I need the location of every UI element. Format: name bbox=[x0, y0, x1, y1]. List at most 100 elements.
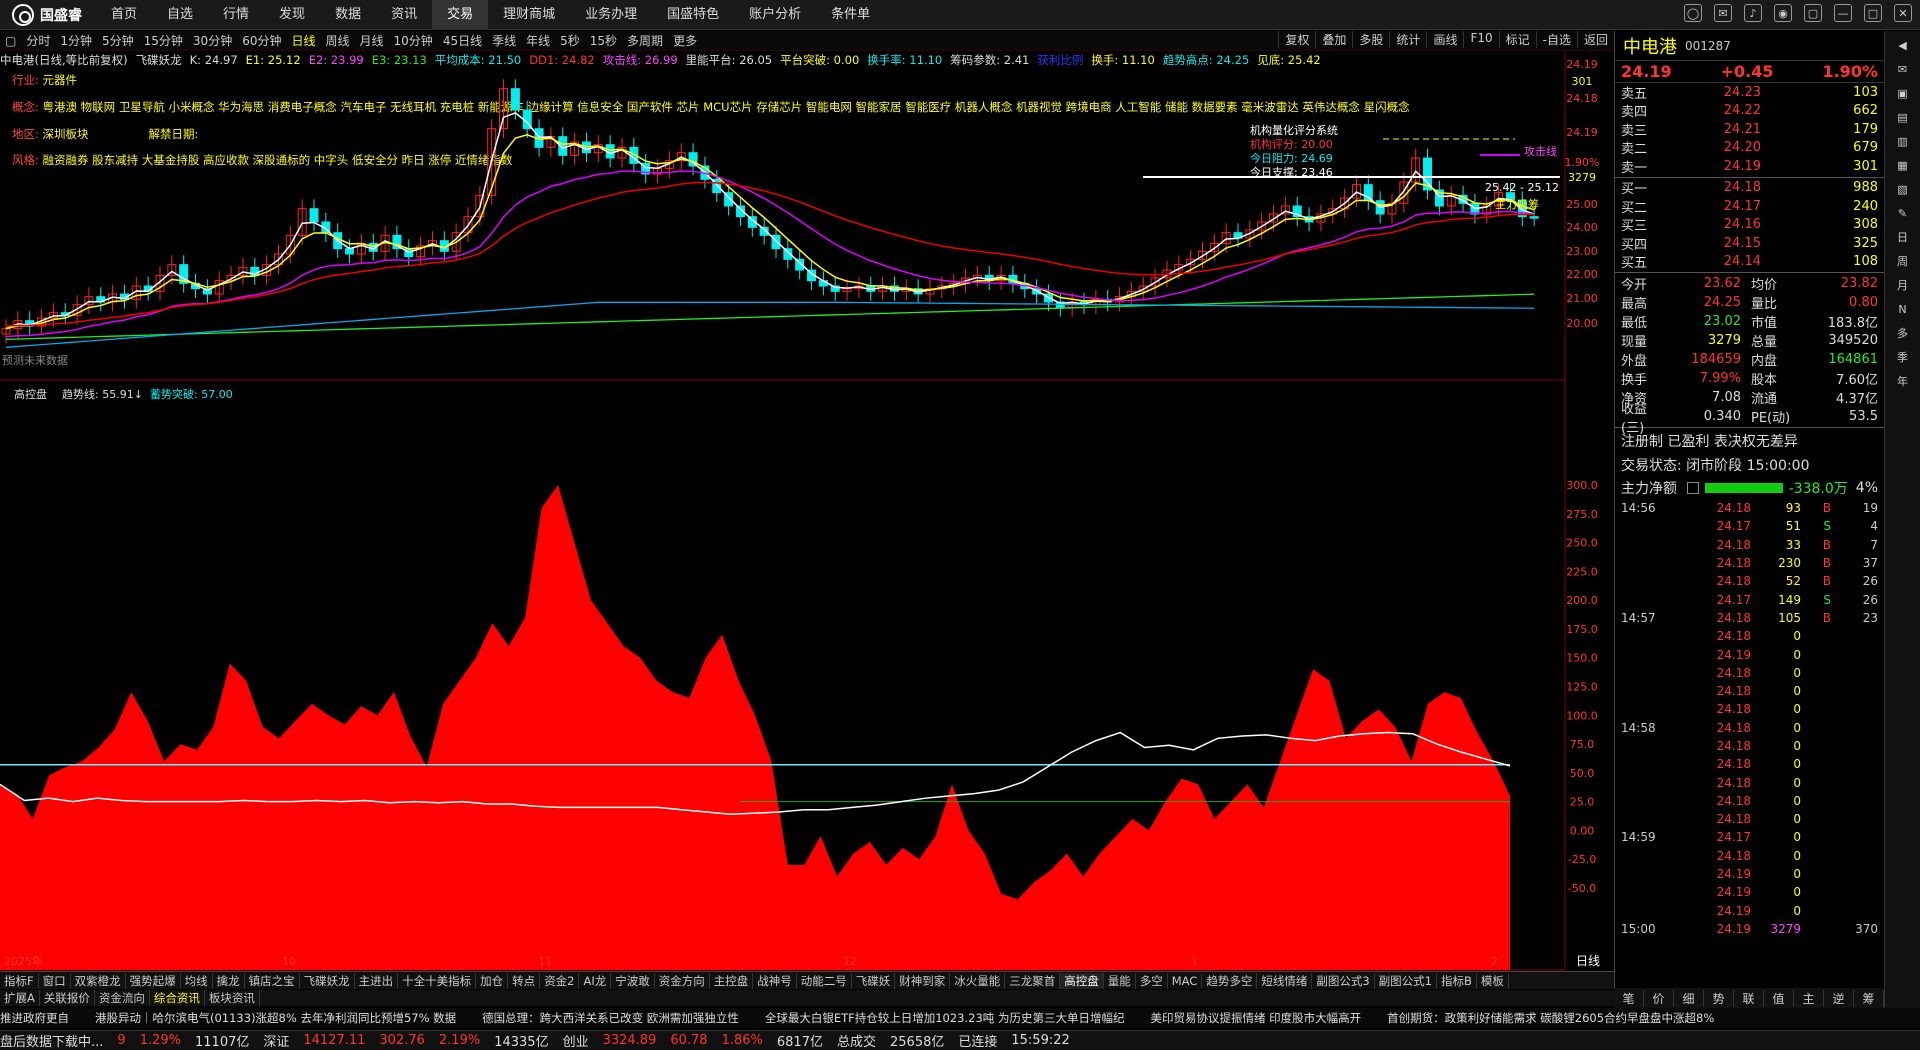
period-tab[interactable]: 季线 bbox=[487, 32, 521, 49]
news-item[interactable]: 首创期货：政策利好储能需求 碳酸锂2605合约早盘盘中涨超8% bbox=[1387, 1010, 1714, 1026]
close-icon[interactable]: ✕ bbox=[1894, 4, 1912, 22]
quote-tab[interactable]: 细 bbox=[1674, 989, 1704, 1007]
quote-tab[interactable]: 笔 bbox=[1614, 989, 1644, 1007]
indicator-tab[interactable]: 趋势多空 bbox=[1202, 972, 1258, 989]
info-tab[interactable]: 关联报价 bbox=[40, 990, 95, 1006]
indicator-tab[interactable]: 三龙聚首 bbox=[1005, 972, 1061, 989]
restore-icon[interactable]: ▢ bbox=[1804, 4, 1822, 22]
period-tab[interactable]: 45日线 bbox=[438, 32, 487, 49]
ask-row[interactable]: 卖一 24.19 301 bbox=[1615, 157, 1884, 176]
maximize-icon[interactable]: □ bbox=[1864, 4, 1882, 22]
chart-tool-button[interactable]: F10 bbox=[1463, 31, 1498, 48]
period-tab[interactable]: 更多 bbox=[668, 32, 702, 49]
mail-icon[interactable]: ✉ bbox=[1714, 4, 1732, 22]
indicator-tab[interactable]: 财神到家 bbox=[895, 972, 951, 989]
period-tab[interactable]: 10分钟 bbox=[389, 32, 438, 49]
info-tab[interactable]: 板块资讯 bbox=[205, 990, 260, 1006]
settings-icon[interactable]: ▢ bbox=[0, 34, 21, 48]
menu-item[interactable]: 条件单 bbox=[816, 0, 885, 30]
side-tool-icon[interactable]: ▥ bbox=[1892, 131, 1914, 151]
chart-tool-button[interactable]: -自选 bbox=[1535, 31, 1577, 48]
chart-tool-button[interactable]: 统计 bbox=[1389, 31, 1426, 48]
period-tab[interactable]: 1分钟 bbox=[55, 32, 97, 49]
side-period-tab[interactable]: 季 bbox=[1892, 347, 1914, 367]
indicator-tab[interactable]: 指标B bbox=[1437, 972, 1477, 989]
indicator-tab[interactable]: 指标F bbox=[0, 972, 39, 989]
chart-tool-button[interactable]: 叠加 bbox=[1315, 31, 1352, 48]
news-item[interactable]: 全球最大白银ETF持仓较上日增加1023.23吨 为历史第三大单日增幅纪 bbox=[765, 1010, 1125, 1026]
period-tab[interactable]: 30分钟 bbox=[188, 32, 237, 49]
flow-checkbox[interactable] bbox=[1687, 482, 1699, 494]
indicator-tab[interactable]: 强势起爆 bbox=[126, 972, 181, 989]
chat-icon[interactable]: ◯ bbox=[1684, 4, 1702, 22]
chart-tool-button[interactable]: 标记 bbox=[1498, 31, 1536, 48]
side-period-tab[interactable]: 多 bbox=[1892, 323, 1914, 343]
bid-row[interactable]: 买三 24.16 308 bbox=[1615, 216, 1884, 234]
period-tab[interactable]: 5分钟 bbox=[97, 32, 139, 49]
indicator-tab[interactable]: 战神号 bbox=[753, 972, 797, 989]
period-tab[interactable]: 年线 bbox=[521, 32, 555, 49]
menu-item[interactable]: 交易 bbox=[432, 0, 489, 30]
bid-row[interactable]: 买二 24.17 240 bbox=[1615, 197, 1884, 216]
quote-tab[interactable]: 值 bbox=[1764, 989, 1794, 1007]
ask-row[interactable]: 卖四 24.22 662 bbox=[1615, 102, 1884, 120]
indicator-tab[interactable]: 资金方向 bbox=[655, 972, 710, 989]
indicator-tab[interactable]: 擒龙 bbox=[213, 972, 245, 989]
indicator-tab[interactable]: 副图公式3 bbox=[1312, 972, 1375, 989]
indicator-tab[interactable]: 加仓 bbox=[476, 972, 509, 989]
menu-item[interactable]: 国盛特色 bbox=[652, 0, 734, 30]
indicator-tab[interactable]: 十全十美指标 bbox=[398, 972, 477, 989]
indicator-tab[interactable]: 主控盘 bbox=[710, 972, 754, 989]
minimize-icon[interactable]: — bbox=[1834, 4, 1852, 22]
kline-chart[interactable]: 24.19 301 24.18 24.19 1.90% 3279 25.00 24.00 23.… bbox=[0, 52, 1614, 972]
news-item[interactable]: 推进政府更自 bbox=[0, 1010, 69, 1026]
user-icon[interactable]: ◉ bbox=[1774, 4, 1792, 22]
menu-item[interactable]: 自选 bbox=[152, 0, 208, 30]
indicator-tab[interactable]: 高控盘 bbox=[1060, 972, 1104, 989]
bid-row[interactable]: 买一 24.18 988 bbox=[1615, 179, 1884, 197]
period-tab[interactable]: 15分钟 bbox=[139, 32, 188, 49]
info-tab[interactable]: 扩展A bbox=[0, 990, 40, 1006]
indicator-tab[interactable]: 主进出 bbox=[355, 972, 399, 989]
side-tool-icon[interactable]: ▧ bbox=[1892, 179, 1914, 199]
indicator-tab[interactable]: 窗口 bbox=[39, 972, 71, 989]
indicator-tab[interactable]: 均线 bbox=[181, 972, 213, 989]
menu-item[interactable]: 数据 bbox=[320, 0, 376, 30]
side-tool-icon[interactable]: ✉ bbox=[1892, 59, 1914, 79]
side-period-tab[interactable]: 年 bbox=[1892, 371, 1914, 391]
indicator-tab[interactable]: 量能 bbox=[1104, 972, 1136, 989]
chart-tool-button[interactable]: 多股 bbox=[1352, 31, 1389, 48]
indicator-tab[interactable]: 双紫橙龙 bbox=[71, 972, 126, 989]
ask-row[interactable]: 卖二 24.20 679 bbox=[1615, 139, 1884, 157]
indicator-tab[interactable]: MAC bbox=[1168, 973, 1203, 988]
news-item[interactable]: 港股异动｜哈尔滨电气(01133)涨超8% 去年净利润同比预增57% 数据 bbox=[95, 1010, 456, 1026]
indicator-tab[interactable]: 飞碟妖龙 bbox=[300, 972, 355, 989]
menu-item[interactable]: 发现 bbox=[264, 0, 320, 30]
menu-item[interactable]: 行情 bbox=[208, 0, 264, 30]
period-tab[interactable]: 分时 bbox=[21, 32, 55, 49]
side-tool-icon[interactable]: ◀ bbox=[1892, 35, 1914, 55]
chart-tool-button[interactable]: 复权 bbox=[1278, 31, 1315, 48]
quote-tab[interactable]: 逆 bbox=[1824, 989, 1854, 1007]
side-tool-icon[interactable]: ▤ bbox=[1892, 107, 1914, 127]
indicator-tab[interactable]: 镇店之宝 bbox=[245, 972, 300, 989]
menu-item[interactable]: 理财商城 bbox=[488, 0, 570, 30]
period-tab[interactable]: 5秒 bbox=[555, 32, 585, 49]
period-tab[interactable]: 日线 bbox=[286, 32, 320, 49]
quote-tab[interactable]: 价 bbox=[1644, 989, 1674, 1007]
side-tool-icon[interactable]: ▦ bbox=[1892, 155, 1914, 175]
indicator-tab[interactable]: 转点 bbox=[508, 972, 541, 989]
side-period-tab[interactable]: N bbox=[1892, 299, 1914, 319]
indicator-tab[interactable]: 副图公式1 bbox=[1375, 972, 1437, 989]
indicator-tab[interactable]: 宁波敢 bbox=[611, 972, 655, 989]
period-tab[interactable]: 15秒 bbox=[585, 32, 622, 49]
bid-row[interactable]: 买四 24.15 325 bbox=[1615, 234, 1884, 253]
indicator-tab[interactable]: 动能二号 bbox=[797, 972, 852, 989]
period-tab[interactable]: 60分钟 bbox=[237, 32, 286, 49]
chart-tool-button[interactable]: 返回 bbox=[1576, 31, 1614, 48]
indicator-tab[interactable]: 资金2 bbox=[540, 972, 580, 989]
info-tab[interactable]: 资金流向 bbox=[95, 990, 150, 1006]
news-item[interactable]: 美印贸易协议提振情绪 印度股市大幅高开 bbox=[1150, 1010, 1361, 1026]
indicator-tab[interactable]: 多空 bbox=[1136, 972, 1168, 989]
menu-item[interactable]: 账户分析 bbox=[734, 0, 816, 30]
